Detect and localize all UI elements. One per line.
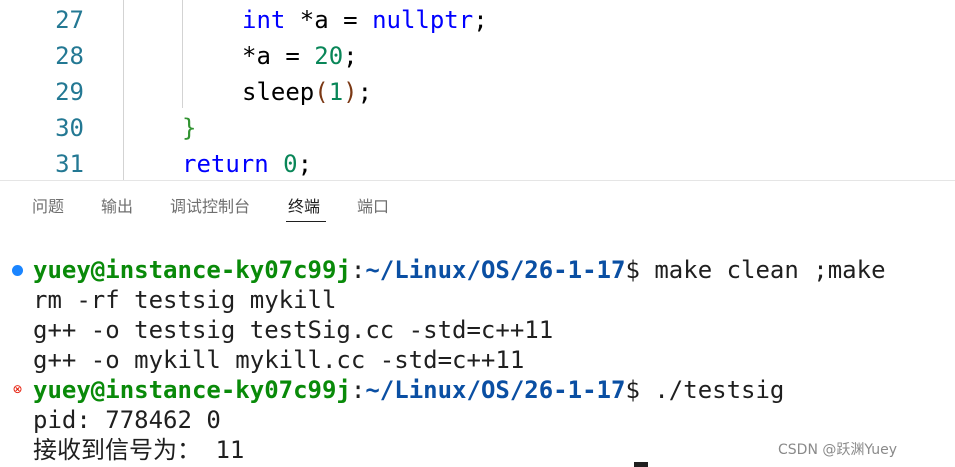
prompt-colon: :: [350, 376, 366, 404]
code-text: int *a = nullptr;: [242, 2, 488, 38]
tab-output[interactable]: 输出: [101, 196, 133, 218]
code-token: ;: [343, 42, 358, 70]
panel-tab-bar: 问题 输出 调试控制台 终端 端口: [0, 181, 955, 231]
code-text: *a = 20;: [242, 38, 358, 74]
prompt-colon: :: [350, 256, 366, 284]
command-error-icon[interactable]: ⊗: [11, 383, 24, 396]
prompt-user-host: yuey@instance-ky07c99j: [33, 256, 351, 284]
terminal-output-line: rm -rf testsig mykill: [33, 286, 337, 314]
terminal-prompt-line: yuey@instance-ky07c99j:~/Linux/OS/26-1-1…: [33, 375, 784, 405]
line-number: 27: [55, 6, 84, 34]
prompt-path: ~/Linux/OS/26-1-17: [365, 376, 626, 404]
code-line: 28 *a = 20;: [0, 38, 955, 74]
code-token: (: [314, 78, 329, 106]
line-number: 31: [55, 150, 84, 178]
code-token: *a =: [285, 6, 373, 34]
code-token: }: [182, 114, 197, 142]
code-token: ;: [357, 78, 373, 106]
terminal-output-line: pid: 778462 0: [33, 406, 221, 434]
code-token: nullptr: [372, 6, 474, 34]
code-token: ): [343, 78, 358, 106]
code-text: sleep(1);: [242, 74, 372, 110]
terminal-view[interactable]: yuey@instance-ky07c99j:~/Linux/OS/26-1-1…: [0, 231, 955, 467]
code-text: }: [182, 110, 196, 146]
code-line: 30 }: [0, 110, 955, 146]
terminal-prompt-line: yuey@instance-ky07c99j:~/Linux/OS/26-1-1…: [33, 255, 886, 285]
terminal-output-line: 接收到信号为： 11: [33, 436, 245, 464]
terminal-output-line: g++ -o mykill mykill.cc -std=c++11: [33, 346, 525, 374]
tab-terminal[interactable]: 终端: [288, 196, 320, 218]
terminal-command: make clean ;make: [639, 256, 886, 284]
watermark: CSDN @跃渊Yuey: [778, 442, 898, 458]
code-line: 27 int *a = nullptr;: [0, 2, 955, 38]
terminal-output-line: g++ -o testsig testSig.cc -std=c++11: [33, 316, 554, 344]
code-text: return 0;: [182, 146, 312, 180]
code-token: *a =: [242, 42, 315, 70]
code-token: 20: [314, 42, 344, 70]
tab-debug-console[interactable]: 调试控制台: [170, 196, 250, 218]
tab-ports[interactable]: 端口: [357, 196, 389, 218]
code-token: sleep: [242, 78, 315, 106]
prompt-path: ~/Linux/OS/26-1-17: [365, 256, 626, 284]
code-token: return: [182, 150, 269, 178]
command-success-icon[interactable]: [12, 265, 23, 276]
line-number: 28: [55, 42, 84, 70]
line-number: 30: [55, 114, 84, 142]
line-number: 29: [55, 78, 84, 106]
code-token: 0: [283, 150, 298, 178]
prompt-dollar: $: [625, 376, 640, 404]
active-tab-indicator: [286, 221, 326, 222]
prompt-dollar: $: [625, 256, 640, 284]
code-editor[interactable]: 27 int *a = nullptr; 28 *a = 20; 29 slee…: [0, 0, 955, 180]
code-token: 1: [328, 78, 344, 106]
prompt-user-host: yuey@instance-ky07c99j: [33, 376, 351, 404]
code-token: ;: [297, 150, 313, 178]
terminal-cursor: [634, 462, 648, 467]
terminal-command: ./testsig: [639, 376, 785, 404]
code-token: int: [242, 6, 286, 34]
code-line: 31 return 0;: [0, 146, 955, 180]
code-token: ;: [473, 6, 488, 34]
tab-problems[interactable]: 问题: [32, 196, 64, 218]
code-line: 29 sleep(1);: [0, 74, 955, 110]
